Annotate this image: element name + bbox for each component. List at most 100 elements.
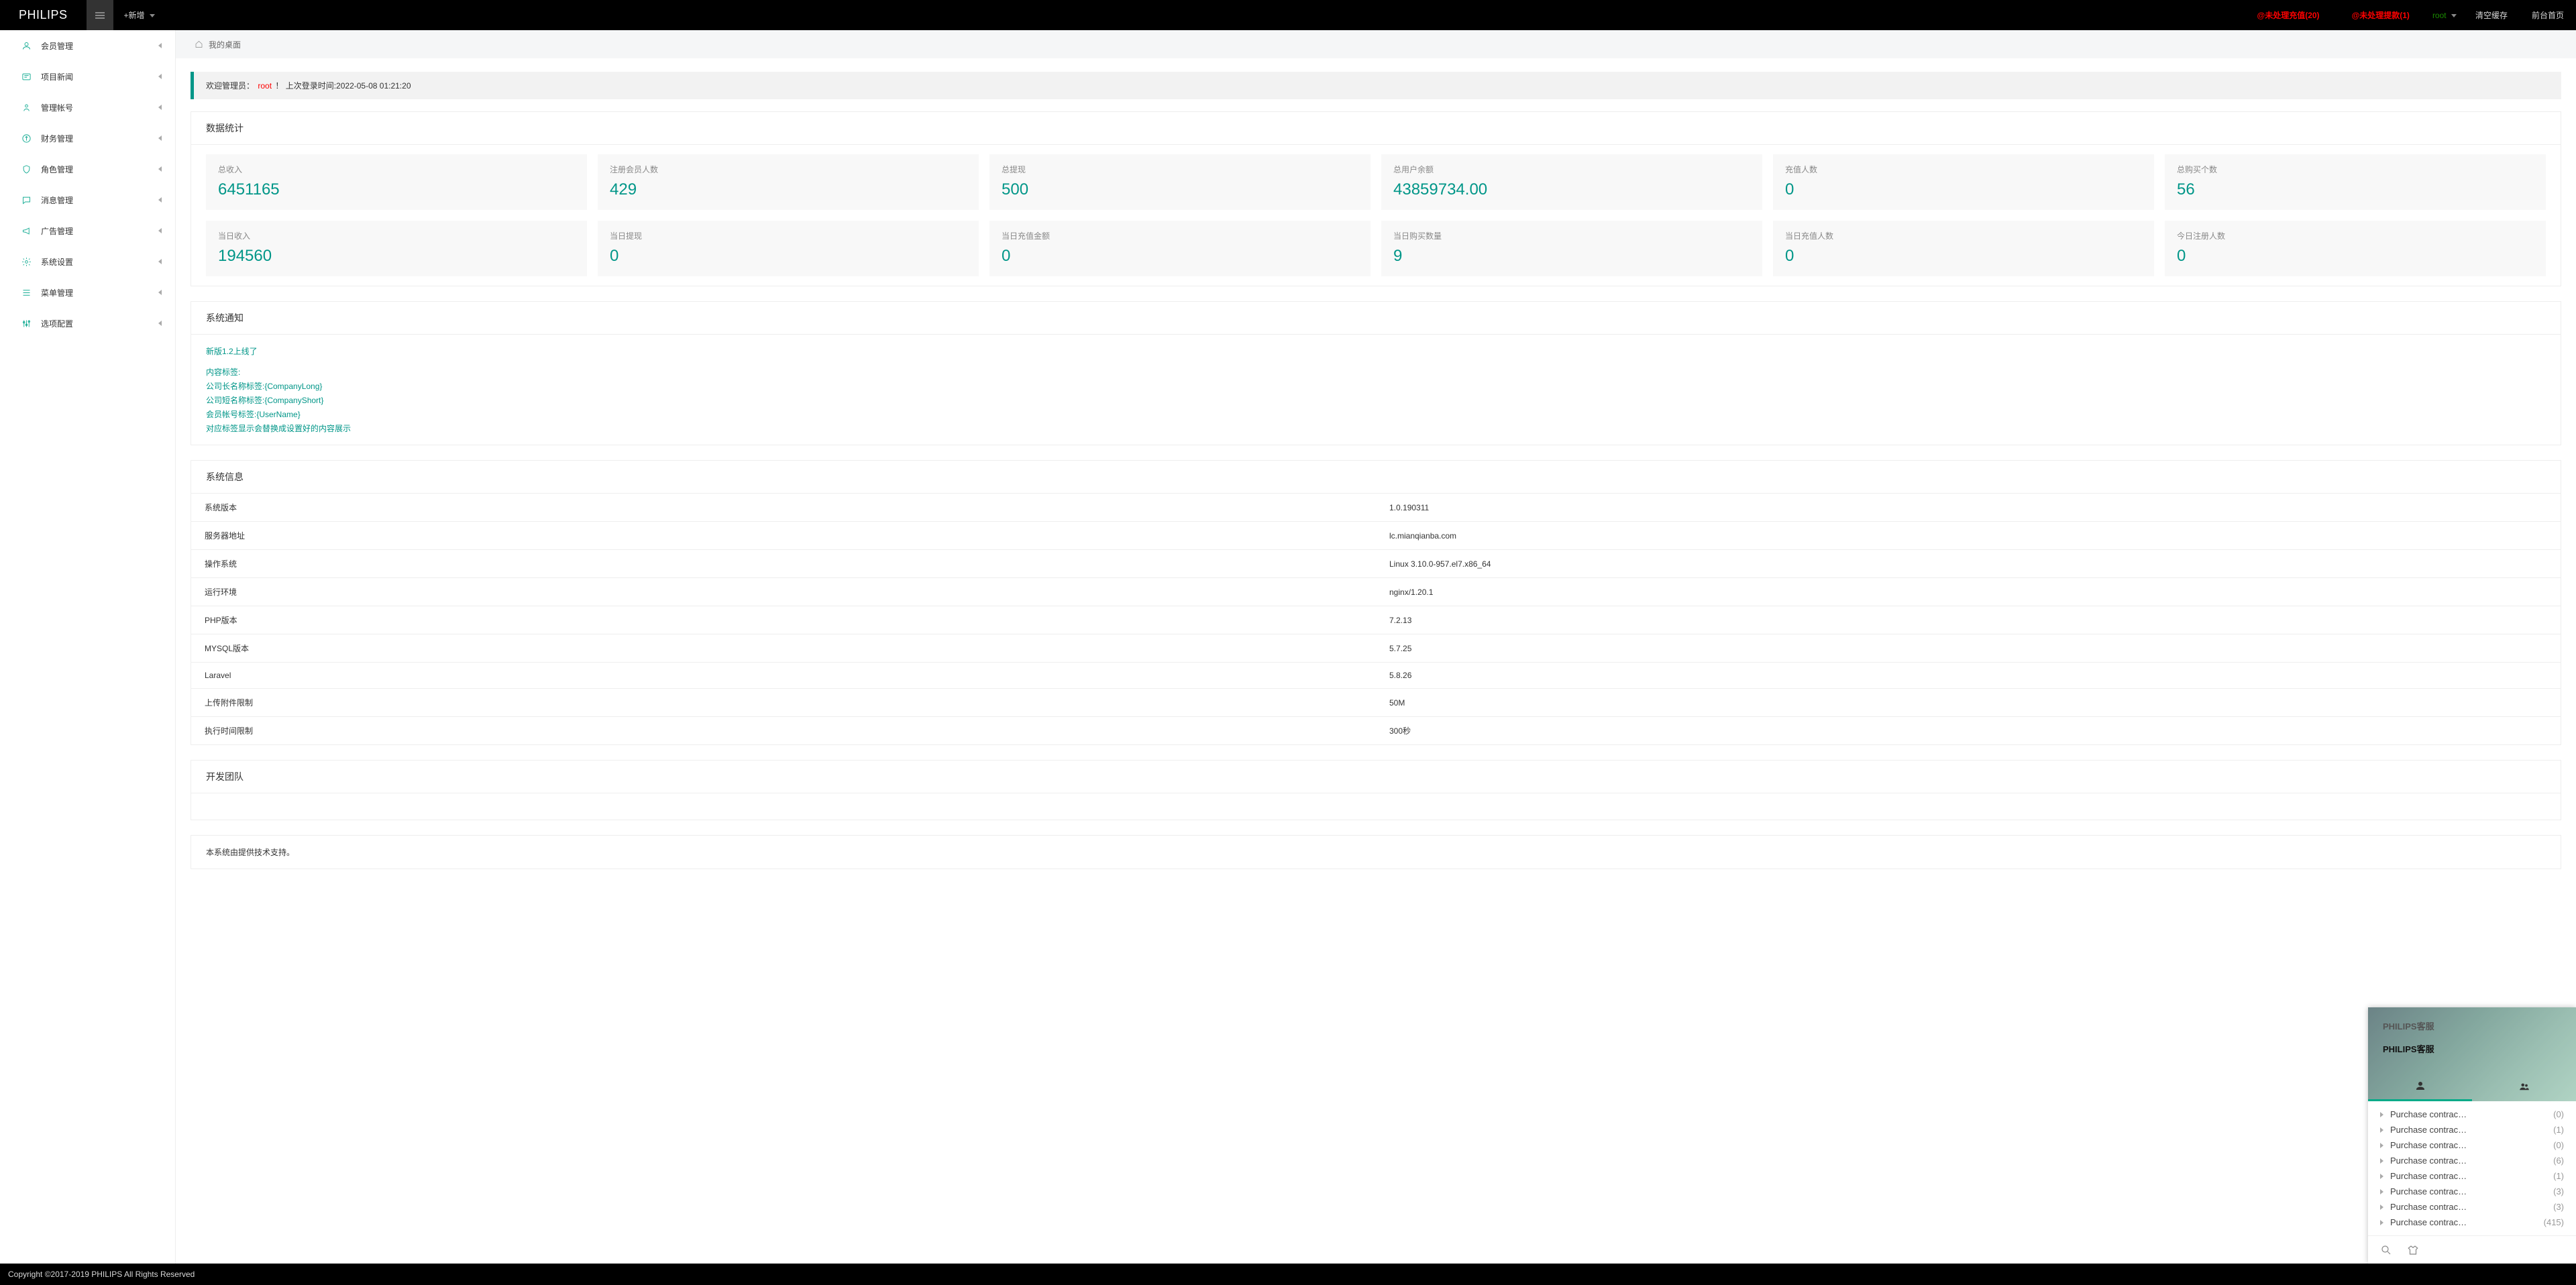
finance-icon — [21, 133, 32, 144]
chevron-left-icon — [158, 228, 162, 233]
caret-down-icon — [2451, 14, 2457, 17]
sysinfo-key: 系统版本 — [191, 494, 1376, 522]
stat-label: 当日收入 — [218, 230, 575, 241]
chat-item-count: (0) — [2553, 1140, 2564, 1150]
stat-value: 9 — [1393, 247, 1750, 266]
chat-item-count: (3) — [2553, 1186, 2564, 1196]
table-row: 操作系统Linux 3.10.0-957.el7.x86_64 — [191, 550, 2561, 578]
stat-label: 充值人数 — [1785, 164, 2142, 175]
notice-link[interactable]: 会员帐号标签:{UserName} — [206, 407, 2546, 421]
chat-list[interactable]: Purchase contrac…(0)Purchase contrac…(1)… — [2368, 1101, 2576, 1235]
chat-item-count: (6) — [2553, 1156, 2564, 1166]
footer: Copyright ©2017-2019 PHILIPS All Rights … — [0, 1264, 2576, 1285]
chat-widget: PHILIPS客服 PHILIPS客服 Purchase contrac…(0)… — [2368, 1007, 2576, 1264]
stat-card: 当日充值人数 0 — [1773, 221, 2154, 276]
message-icon — [21, 195, 32, 205]
chat-tab-contacts[interactable] — [2368, 1072, 2472, 1101]
brand-logo: PHILIPS — [0, 8, 87, 22]
add-new-label: +新增 — [124, 11, 145, 20]
stat-value: 0 — [1785, 247, 2142, 266]
front-home-link[interactable]: 前台首页 — [2520, 9, 2576, 21]
sidebar-item-label: 管理帐号 — [41, 102, 158, 113]
table-row: 系统版本1.0.190311 — [191, 494, 2561, 522]
sidebar-item-menus[interactable]: 菜单管理 — [0, 277, 175, 308]
table-row: 执行时间限制300秒 — [191, 717, 2561, 745]
stat-label: 总用户余额 — [1393, 164, 1750, 175]
chat-list-item[interactable]: Purchase contrac…(3) — [2376, 1199, 2568, 1215]
devteam-panel: 开发团队 — [191, 760, 2561, 820]
search-icon[interactable] — [2380, 1244, 2392, 1256]
home-icon — [195, 40, 203, 48]
sysinfo-key: 操作系统 — [191, 550, 1376, 578]
sidebar-item-admin[interactable]: 管理帐号 — [0, 92, 175, 123]
welcome-username: root — [258, 81, 272, 91]
pending-withdraw-link[interactable]: @未处理提款(1) — [2336, 9, 2426, 21]
notice-link[interactable]: 公司短名称标签:{CompanyShort} — [206, 393, 2546, 407]
stat-label: 当日购买数量 — [1393, 230, 1750, 241]
sysinfo-title: 系统信息 — [191, 461, 2561, 493]
sidebar-item-label: 选项配置 — [41, 318, 158, 329]
chat-item-count: (415) — [2544, 1217, 2564, 1227]
sidebar-item-label: 菜单管理 — [41, 287, 158, 298]
bullhorn-icon — [21, 226, 32, 236]
sysinfo-value: nginx/1.20.1 — [1376, 578, 2561, 606]
notice-link[interactable]: 公司长名称标签:{CompanyLong} — [206, 379, 2546, 393]
sidebar-item-members[interactable]: 会员管理 — [0, 30, 175, 61]
sysinfo-value: 5.7.25 — [1376, 634, 2561, 663]
chat-list-item[interactable]: Purchase contrac…(1) — [2376, 1168, 2568, 1184]
chat-item-name: Purchase contrac… — [2390, 1202, 2548, 1212]
chat-list-item[interactable]: Purchase contrac…(1) — [2376, 1122, 2568, 1137]
chevron-right-icon — [2380, 1127, 2383, 1133]
chat-list-item[interactable]: Purchase contrac…(0) — [2376, 1137, 2568, 1153]
pending-recharge-link[interactable]: @未处理充值(20) — [2241, 9, 2336, 21]
add-new-dropdown[interactable]: +新增 — [113, 9, 166, 21]
stat-value: 0 — [610, 247, 967, 266]
sysinfo-value: 300秒 — [1376, 717, 2561, 745]
notice-title: 系统通知 — [191, 302, 2561, 334]
admin-icon — [21, 103, 32, 113]
sidebar-item-label: 财务管理 — [41, 133, 158, 144]
stat-card: 充值人数0 — [1773, 154, 2154, 210]
chat-list-item[interactable]: Purchase contrac… (415) — [2376, 1215, 2568, 1230]
sidebar-item-system[interactable]: 系统设置 — [0, 246, 175, 277]
shirt-icon[interactable] — [2407, 1244, 2419, 1256]
sysinfo-value: 5.8.26 — [1376, 663, 2561, 689]
stat-label: 总购买个数 — [2177, 164, 2534, 175]
notice-link[interactable]: 内容标签: — [206, 365, 2546, 379]
list-icon — [21, 288, 32, 298]
sidebar-item-finance[interactable]: 财务管理 — [0, 123, 175, 154]
sysinfo-value: 7.2.13 — [1376, 606, 2561, 634]
clear-cache-link[interactable]: 清空缓存 — [2463, 9, 2520, 21]
chat-list-item[interactable]: Purchase contrac…(0) — [2376, 1107, 2568, 1122]
stat-value: 0 — [2177, 247, 2534, 266]
sysinfo-key: 服务器地址 — [191, 522, 1376, 550]
sidebar-item-roles[interactable]: 角色管理 — [0, 154, 175, 184]
stat-label: 当日充值人数 — [1785, 230, 2142, 241]
stat-card: 今日注册人数0 — [2165, 221, 2546, 276]
stat-label: 当日提现 — [610, 230, 967, 241]
sidebar-item-options[interactable]: 选项配置 — [0, 308, 175, 339]
sysinfo-value: Linux 3.10.0-957.el7.x86_64 — [1376, 550, 2561, 578]
sidebar-item-news[interactable]: 项目新闻 — [0, 61, 175, 92]
stat-card: 当日提现 0 — [598, 221, 979, 276]
chevron-left-icon — [158, 43, 162, 48]
chat-list-item[interactable]: Purchase contrac…(3) — [2376, 1184, 2568, 1199]
sidebar-item-label: 消息管理 — [41, 194, 158, 206]
stat-card: 总用户余额 43859734.00 — [1381, 154, 1762, 210]
chat-list-item[interactable]: Purchase contrac…(6) — [2376, 1153, 2568, 1168]
sysinfo-key: Laravel — [191, 663, 1376, 689]
sidebar-item-messages[interactable]: 消息管理 — [0, 184, 175, 215]
sysinfo-key: 执行时间限制 — [191, 717, 1376, 745]
sidebar-item-label: 广告管理 — [41, 225, 158, 237]
chat-item-name: Purchase contrac… — [2390, 1217, 2538, 1227]
notice-link[interactable]: 新版1.2上线了 — [206, 344, 2546, 358]
sidebar-item-ads[interactable]: 广告管理 — [0, 215, 175, 246]
main-content: 欢迎管理员： root ！ 上次登录时间:2022-05-08 01:21:20… — [176, 58, 2576, 883]
sidebar-toggle[interactable] — [87, 0, 113, 30]
stat-value: 43859734.00 — [1393, 180, 1750, 199]
chat-tab-groups[interactable] — [2472, 1072, 2576, 1101]
table-row: PHP版本7.2.13 — [191, 606, 2561, 634]
current-user-dropdown[interactable]: root — [2426, 11, 2463, 20]
notice-link[interactable]: 对应标签显示会替换成设置好的内容展示 — [206, 421, 2546, 435]
stat-label: 总提现 — [1002, 164, 1358, 175]
